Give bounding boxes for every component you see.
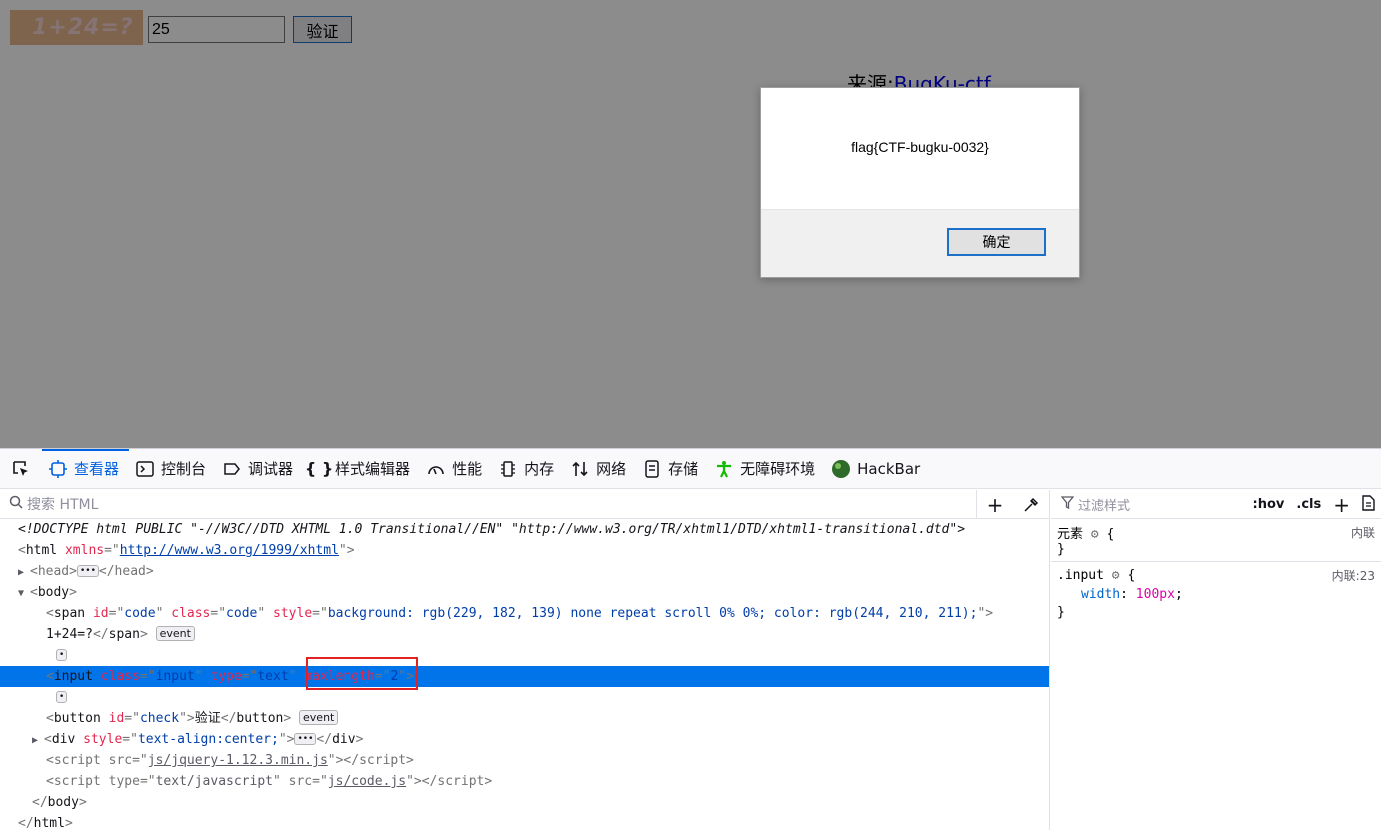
tree-node-html[interactable]: <html xmlns="http://www.w3.org/1999/xhtm… — [0, 540, 1049, 561]
filter-icon — [1060, 495, 1075, 513]
performance-icon — [426, 459, 446, 479]
alert-ok-button[interactable]: 确定 — [947, 228, 1046, 256]
tree-node-body[interactable]: ▼ <body> — [0, 582, 1049, 603]
network-icon — [570, 459, 590, 479]
devtools-toolbar: 查看器 控制台 调试器 { } 样式编辑器 性能 内存 网络 存储 无障碍环境 … — [0, 449, 1381, 489]
collapsed-ellipsis[interactable]: ••• — [76, 565, 99, 577]
styles-filter-input[interactable]: 过滤样式 — [1078, 495, 1130, 514]
markup-actions: + — [976, 490, 1049, 519]
tab-label: 控制台 — [161, 460, 207, 478]
tab-performance[interactable]: 性能 — [420, 449, 492, 488]
tab-label: 内存 — [524, 460, 555, 478]
tab-memory[interactable]: 内存 — [492, 449, 564, 488]
collapse-icon[interactable]: ▼ — [18, 583, 30, 604]
alert-message: flag{CTF-bugku-0032} — [851, 139, 989, 155]
rule-element: 元素 ⚙ { 内联 } — [1051, 519, 1381, 562]
tree-node-html-close[interactable]: </html> — [0, 813, 1049, 834]
tab-storage[interactable]: 存储 — [636, 449, 708, 488]
memory-icon — [498, 459, 518, 479]
span-text: 1+24=? — [46, 627, 93, 642]
tree-node-head[interactable]: ▶ <head> ••• </head> — [0, 561, 1049, 582]
style-editor-icon: { } — [304, 459, 334, 478]
devtools-body: 搜索 HTML + <!DOCTYPE html PUBLIC "-//W3C/… — [0, 490, 1381, 831]
add-rule-icon[interactable]: + — [1333, 493, 1350, 517]
tab-console[interactable]: 控制台 — [129, 449, 216, 488]
tab-debugger[interactable]: 调试器 — [216, 449, 303, 488]
markup-pane: 搜索 HTML + <!DOCTYPE html PUBLIC "-//W3C/… — [0, 490, 1050, 831]
highlight-box — [306, 657, 418, 690]
rules-pane: 过滤样式 :hov .cls + 元素 ⚙ { 内联 } .input ⚙ { — [1051, 490, 1381, 830]
span-style-value: background: rgb(229, 182, 139) none repe… — [327, 606, 978, 621]
console-icon — [135, 459, 155, 479]
cls-toggle[interactable]: .cls — [1296, 497, 1321, 512]
accessibility-icon — [714, 459, 734, 479]
collapsed-ellipsis[interactable]: ••• — [294, 733, 317, 745]
tab-label: 样式编辑器 — [335, 460, 411, 478]
tab-label: 性能 — [452, 460, 483, 478]
debugger-icon — [222, 459, 242, 479]
hackbar-icon — [831, 459, 851, 479]
tree-node-span-text[interactable]: 1+24=?</span> event — [0, 624, 1049, 645]
eyedropper-icon[interactable] — [1013, 497, 1049, 513]
styles-filter-bar: 过滤样式 :hov .cls + — [1051, 490, 1381, 519]
tab-label: 存储 — [668, 460, 699, 478]
event-badge[interactable]: event — [155, 626, 195, 641]
tree-node-script-jquery[interactable]: <script src="js/jquery-1.12.3.min.js"></… — [0, 750, 1049, 771]
button-text: 验证 — [194, 711, 221, 726]
html-search-bar: 搜索 HTML + — [0, 490, 1049, 519]
alert-footer: 确定 — [761, 209, 1079, 277]
tree-node-script-code[interactable]: <script type="text/javascript" src="js/c… — [0, 771, 1049, 792]
rule-input: .input ⚙ { 内联:23 width: 100px; } — [1057, 567, 1375, 621]
event-badge[interactable]: event — [299, 710, 339, 725]
expand-icon[interactable]: ▶ — [32, 730, 44, 751]
tab-label: 无障碍环境 — [740, 460, 816, 478]
tree-node-body-close[interactable]: </body> — [0, 792, 1049, 813]
tab-label: 网络 — [596, 460, 627, 478]
tab-network[interactable]: 网络 — [564, 449, 636, 488]
element-picker-icon[interactable] — [0, 449, 42, 488]
rule-source[interactable]: 内联:23 — [1332, 567, 1375, 584]
tree-node-whitespace[interactable]: • — [0, 687, 1049, 708]
tab-label: HackBar — [857, 459, 921, 478]
tree-node-doctype[interactable]: <!DOCTYPE html PUBLIC "-//W3C//DTD XHTML… — [0, 519, 1049, 540]
print-media-icon[interactable] — [1362, 494, 1375, 515]
tab-label: 查看器 — [74, 460, 120, 478]
tree-node-span[interactable]: <span id="code" class="code" style="back… — [0, 603, 1049, 624]
storage-icon — [642, 459, 662, 479]
hov-toggle[interactable]: :hov — [1253, 497, 1285, 512]
markup-tree: <!DOCTYPE html PUBLIC "-//W3C//DTD XHTML… — [0, 519, 1049, 834]
modal-overlay — [0, 0, 1381, 448]
gear-icon[interactable]: ⚙ — [1091, 527, 1099, 542]
tab-accessibility[interactable]: 无障碍环境 — [708, 449, 825, 488]
search-icon — [9, 495, 23, 513]
add-node-icon[interactable]: + — [977, 493, 1013, 517]
script-src-link[interactable]: js/code.js — [328, 774, 406, 789]
whitespace-icon[interactable]: • — [56, 691, 68, 703]
tree-node-whitespace[interactable]: • — [0, 645, 1049, 666]
xmlns-link[interactable]: http://www.w3.org/1999/xhtml — [120, 543, 339, 558]
html-search-input[interactable]: 搜索 HTML — [27, 494, 98, 514]
doctype-text: <!DOCTYPE html PUBLIC "-//W3C//DTD XHTML… — [18, 522, 966, 537]
alert-dialog: flag{CTF-bugku-0032} 确定 — [760, 87, 1080, 278]
styles-actions: :hov .cls + — [1253, 490, 1381, 519]
inspector-icon — [48, 459, 68, 479]
tab-hackbar[interactable]: HackBar — [825, 449, 930, 488]
script-src-link[interactable]: js/jquery-1.12.3.min.js — [148, 753, 328, 768]
tree-node-button[interactable]: <button id="check">验证</button> event — [0, 708, 1049, 729]
web-page: 1+24=? 验证 来源:BugKu-ctf flag{CTF-bugku-00… — [0, 0, 1381, 448]
tab-style-editor[interactable]: { } 样式编辑器 — [303, 449, 420, 488]
rule-declaration[interactable]: width: 100px; — [1057, 585, 1375, 605]
tab-label: 调试器 — [248, 460, 294, 478]
tree-node-div[interactable]: ▶ <div style="text-align:center;"> ••• </di… — [0, 729, 1049, 750]
tab-inspector[interactable]: 查看器 — [42, 449, 130, 488]
devtools-panel: 查看器 控制台 调试器 { } 样式编辑器 性能 内存 网络 存储 无障碍环境 … — [0, 448, 1381, 831]
rule-selector: .input — [1057, 567, 1104, 583]
rule-selector: 元素 — [1057, 526, 1084, 542]
whitespace-icon[interactable]: • — [56, 649, 68, 661]
tree-node-input-selected[interactable]: <input class="input" type="text" maxleng… — [0, 666, 1049, 687]
rule-source: 内联 — [1350, 525, 1375, 540]
gear-icon[interactable]: ⚙ — [1112, 568, 1120, 583]
expand-icon[interactable]: ▶ — [18, 562, 30, 583]
